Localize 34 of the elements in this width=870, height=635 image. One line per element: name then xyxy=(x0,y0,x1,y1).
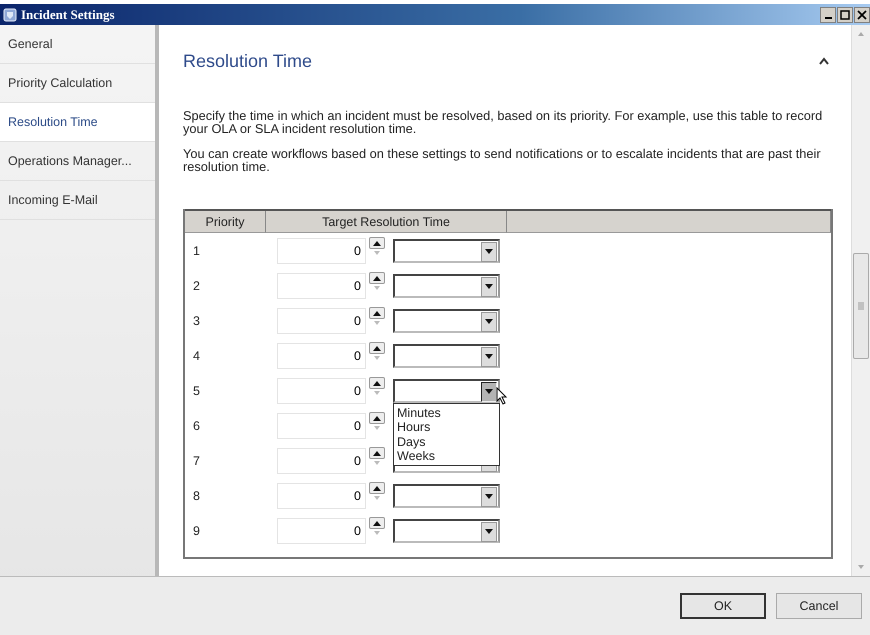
number-field[interactable]: 0 xyxy=(277,308,366,334)
sidebar-item[interactable]: Resolution Time xyxy=(0,103,155,142)
number-field[interactable]: 0 xyxy=(277,448,366,474)
description-text: Specify the time in which an incident must be resolved, based on its priority. For example, use this table to record your OLA or SLA incident resolution time. xyxy=(183,109,824,135)
sidebar-item[interactable]: Incoming E-Mail xyxy=(0,181,155,220)
description-text: You can create workflows based on these settings to send notifications or to escalate incidents that are past their resolution time. xyxy=(183,147,822,173)
priority-cell-text: 7 xyxy=(192,454,201,468)
dropdown-option[interactable]: Hours xyxy=(394,420,499,434)
number-field[interactable]: 0 xyxy=(277,518,366,544)
dialog-button[interactable]: OK xyxy=(680,593,766,619)
number-field[interactable]: 0 xyxy=(277,378,366,404)
sidebar-item[interactable]: Operations Manager... xyxy=(0,142,155,181)
number-field[interactable]: 0 xyxy=(277,482,366,508)
number-field[interactable]: 0 xyxy=(277,342,366,368)
dropdown-option[interactable]: Minutes xyxy=(394,406,499,420)
number-field[interactable]: 0 xyxy=(277,238,366,264)
priority-cell-text: 2 xyxy=(192,278,201,292)
priority-cell-text: 6 xyxy=(192,418,201,432)
column-header[interactable]: Priority xyxy=(185,211,266,233)
dialog-button[interactable]: Cancel xyxy=(776,593,862,619)
dropdown-option[interactable]: Days xyxy=(394,434,499,449)
section-title: Resolution Time xyxy=(183,50,312,72)
sidebar-item[interactable]: General xyxy=(0,25,155,64)
number-field[interactable]: 0 xyxy=(277,272,366,298)
column-header[interactable]: Target Resolution Time xyxy=(266,211,507,233)
priority-cell-text: 8 xyxy=(192,488,201,502)
priority-cell-text: 9 xyxy=(192,524,201,538)
number-field[interactable]: 0 xyxy=(277,412,366,438)
priority-cell-text: 5 xyxy=(192,384,201,398)
priority-cell-text: 3 xyxy=(192,314,201,328)
priority-cell-text: 1 xyxy=(192,244,201,258)
dropdown-option[interactable]: Weeks xyxy=(394,449,499,464)
priority-cell-text: 4 xyxy=(192,348,201,362)
window-title: Incident Settings xyxy=(21,6,115,22)
